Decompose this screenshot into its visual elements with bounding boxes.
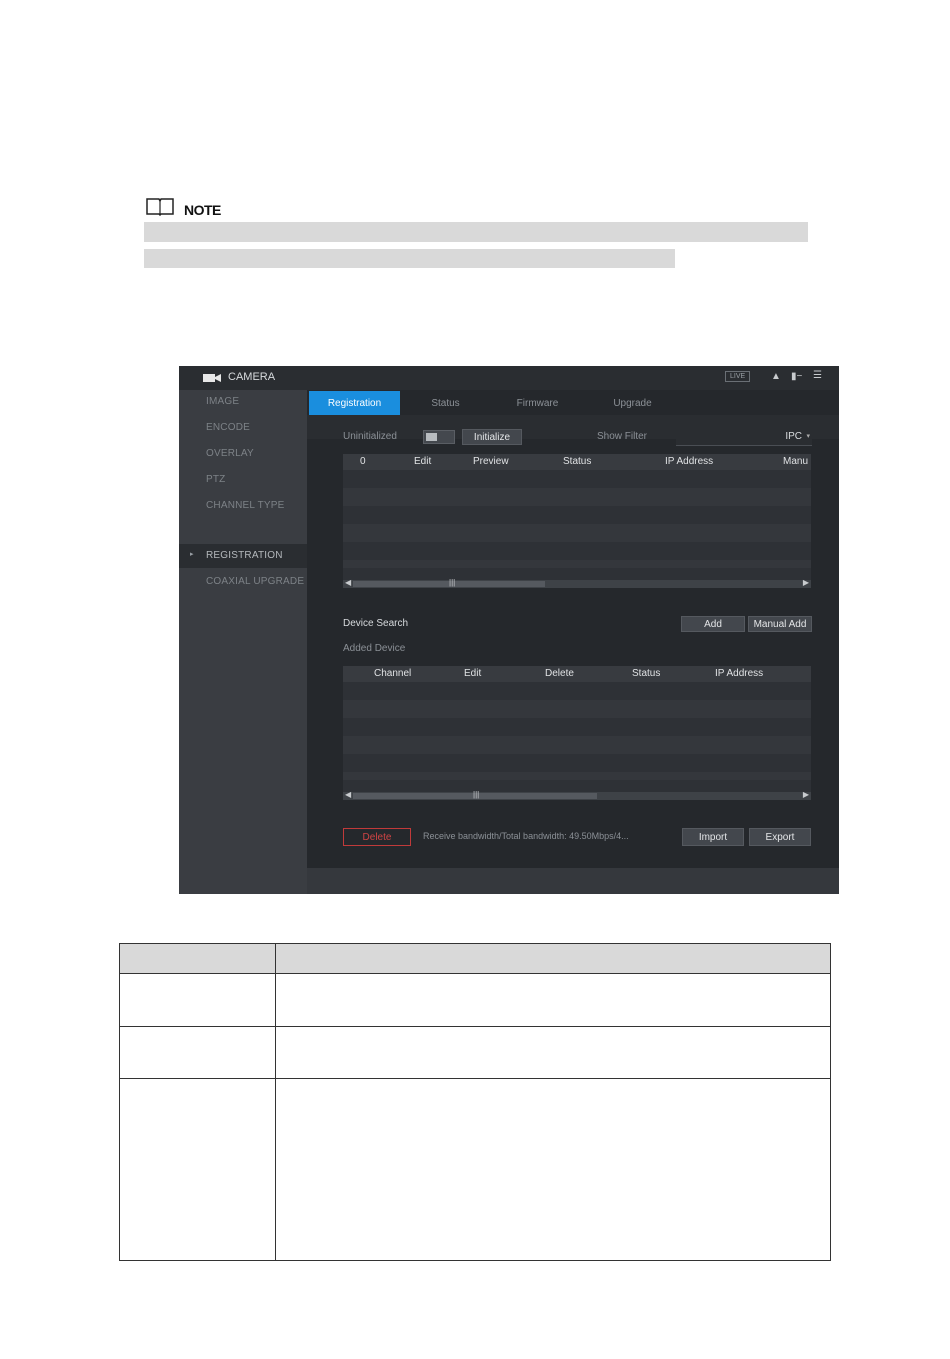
parameter-description-table [119, 943, 831, 1261]
sidebar-item-registration[interactable]: REGISTRATION [206, 550, 283, 561]
table-row[interactable] [343, 772, 811, 780]
sidebar-item-coaxial-upgrade[interactable]: COAXIAL UPGRADE [206, 576, 304, 587]
sidebar: IMAGE ENCODE OVERLAY PTZ CHANNEL TYPE ▸ … [179, 390, 307, 894]
table-cell [275, 1026, 831, 1079]
uninitialized-label: Uninitialized [343, 431, 397, 442]
table-cell [275, 1078, 831, 1261]
tab-firmware[interactable]: Firmware [492, 391, 583, 415]
bandwidth-status: Receive bandwidth/Total bandwidth: 49.50… [423, 831, 629, 841]
table-row[interactable] [343, 524, 811, 542]
table-cell [119, 1078, 276, 1261]
book-icon [146, 198, 174, 216]
live-badge[interactable]: LIVE [725, 371, 751, 382]
toggle-knob [426, 433, 437, 441]
table-row[interactable] [343, 470, 811, 488]
table-row[interactable] [343, 488, 811, 506]
show-filter-label: Show Filter [597, 431, 648, 442]
table-row[interactable] [343, 754, 811, 772]
chevron-right-icon: ▸ [190, 551, 194, 558]
note-text-redacted-line-2 [144, 249, 675, 268]
search-grid-scrollbar[interactable]: ◀ ||| ▶ [343, 578, 811, 588]
window-title: CAMERA [228, 371, 276, 383]
tab-status[interactable]: Status [400, 391, 491, 415]
import-button[interactable]: Import [682, 828, 744, 846]
sidebar-item-encode[interactable]: ENCODE [206, 422, 250, 433]
camera-registration-screenshot: CAMERA LIVE ▲ ▮− ☰ IMAGE ENCODE OVERLAY … [179, 366, 839, 894]
table-row [119, 1026, 831, 1079]
table-row [119, 1078, 831, 1261]
search-results-grid: 0 Edit Preview Status IP Address Manu [343, 454, 811, 580]
table-row [119, 973, 831, 1027]
added-device-label: Added Device [343, 643, 406, 654]
chevron-down-icon: ▾ [806, 433, 810, 440]
scroll-right-icon[interactable]: ▶ [803, 790, 809, 799]
added-grid-scrollbar[interactable]: ◀ ||| ▶ [343, 790, 811, 800]
menu-icon[interactable]: ☰ [813, 370, 822, 381]
column-header[interactable]: 0 [360, 456, 366, 467]
table-header-row [119, 943, 831, 974]
table-row[interactable] [343, 560, 811, 568]
column-header[interactable]: Edit [414, 456, 431, 467]
user-icon[interactable]: ▲ [771, 371, 781, 382]
main-content: Registration Status Firmware Upgrade Uni… [307, 390, 839, 868]
delete-button[interactable]: Delete [343, 828, 411, 846]
header-cell-parameter [119, 943, 276, 974]
manual-add-button[interactable]: Manual Add [748, 616, 812, 632]
initialize-button[interactable]: Initialize [462, 429, 522, 445]
top-bar: CAMERA LIVE ▲ ▮− ☰ [179, 366, 839, 390]
tab-upgrade[interactable]: Upgrade [587, 391, 678, 415]
scroll-left-icon[interactable]: ◀ [345, 790, 351, 799]
grip-icon: ||| [473, 790, 480, 799]
scroll-left-icon[interactable]: ◀ [345, 578, 351, 587]
table-row[interactable] [343, 736, 811, 754]
table-cell [275, 973, 831, 1027]
tab-registration[interactable]: Registration [309, 391, 400, 415]
footer-bar [307, 868, 839, 894]
show-filter-value: IPC [785, 431, 802, 442]
grip-icon: ||| [449, 578, 456, 587]
show-filter-select[interactable]: IPC ▾ [676, 429, 812, 446]
column-header[interactable]: Channel [374, 668, 411, 679]
column-header[interactable]: Status [632, 668, 660, 679]
column-header[interactable]: IP Address [665, 456, 713, 467]
column-header[interactable]: Edit [464, 668, 481, 679]
column-header[interactable]: Status [563, 456, 591, 467]
column-header[interactable]: IP Address [715, 668, 763, 679]
header-cell-description [275, 943, 831, 974]
added-grid-header: Channel Edit Delete Status IP Address [343, 666, 811, 682]
sidebar-item-overlay[interactable]: OVERLAY [206, 448, 254, 459]
sidebar-item-image[interactable]: IMAGE [206, 396, 239, 407]
monitor-icon[interactable]: ▮− [791, 371, 802, 382]
device-search-button[interactable]: Device Search [343, 618, 408, 629]
column-header[interactable]: Manu [783, 456, 808, 467]
table-cell [119, 973, 276, 1027]
column-header[interactable]: Preview [473, 456, 509, 467]
sidebar-item-ptz[interactable]: PTZ [206, 474, 226, 485]
note-label: NOTE [184, 202, 221, 218]
table-row[interactable] [343, 542, 811, 560]
camera-icon [203, 374, 221, 382]
uninitialized-toggle[interactable] [423, 430, 455, 444]
table-row[interactable] [343, 506, 811, 524]
table-row[interactable] [343, 682, 811, 700]
export-button[interactable]: Export [749, 828, 811, 846]
add-button[interactable]: Add [681, 616, 745, 632]
table-row[interactable] [343, 700, 811, 718]
sidebar-item-channel-type[interactable]: CHANNEL TYPE [206, 500, 285, 511]
scroll-right-icon[interactable]: ▶ [803, 578, 809, 587]
table-cell [119, 1026, 276, 1079]
search-grid-header: 0 Edit Preview Status IP Address Manu [343, 454, 811, 470]
column-header[interactable]: Delete [545, 668, 574, 679]
added-devices-grid: Channel Edit Delete Status IP Address [343, 666, 811, 792]
note-text-redacted-line-1 [144, 222, 808, 242]
table-row[interactable] [343, 718, 811, 736]
